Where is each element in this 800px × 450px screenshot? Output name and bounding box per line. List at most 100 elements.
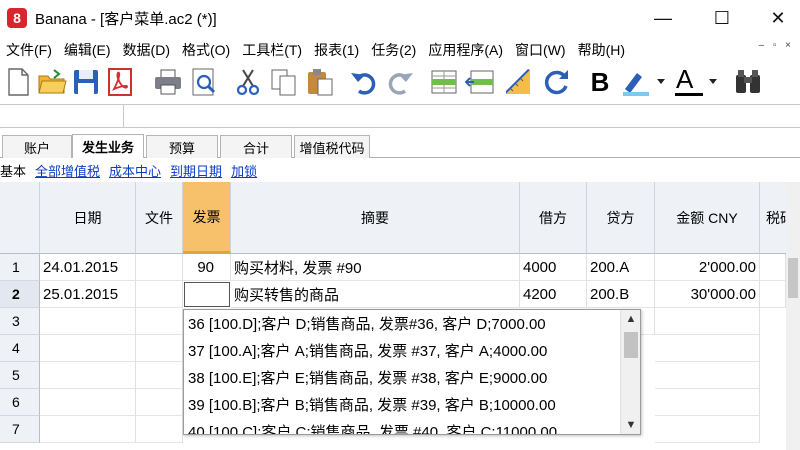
row-number[interactable]: 3 (0, 308, 40, 335)
autocomplete-item[interactable]: 37 [100.A];客户 A;销售商品, 发票 #37, 客户 A;4000.… (188, 337, 547, 364)
cell-reference[interactable] (0, 105, 124, 127)
highlighter-icon[interactable] (620, 66, 668, 98)
header-corner[interactable] (0, 182, 40, 254)
menu-tasks[interactable]: 任务(2) (365, 40, 422, 60)
cell-amount[interactable] (655, 308, 760, 335)
tab-accounts[interactable]: 账户 (2, 135, 72, 158)
cell-document[interactable] (136, 335, 183, 362)
menu-reports[interactable]: 报表(1) (308, 40, 365, 60)
cell-amount[interactable] (655, 335, 760, 362)
row-number[interactable]: 6 (0, 389, 40, 416)
pdf-icon[interactable] (104, 66, 136, 98)
ruler-icon[interactable] (502, 66, 534, 98)
view-all-vat[interactable]: 全部增值税 (35, 161, 100, 180)
column-header-debit[interactable]: 借方 (520, 182, 587, 254)
cell-document[interactable] (136, 308, 183, 335)
cell-document[interactable] (136, 254, 183, 281)
cut-icon[interactable] (232, 66, 264, 98)
scroll-up-icon[interactable]: ▲ (621, 310, 640, 328)
cell-amount[interactable]: 30'000.00 (655, 281, 760, 308)
refresh-icon[interactable] (540, 66, 572, 98)
scrollbar-thumb[interactable] (788, 258, 798, 298)
row-number[interactable]: 5 (0, 362, 40, 389)
autocomplete-item[interactable]: 39 [100.B];客户 B;销售商品, 发票 #39, 客户 B;10000… (188, 391, 556, 418)
cell-credit[interactable]: 200.B (587, 281, 655, 308)
cell-amount[interactable]: 2'000.00 (655, 254, 760, 281)
autocomplete-scroll-thumb[interactable] (624, 332, 638, 358)
autocomplete-item[interactable]: 38 [100.E];客户 E;销售商品, 发票 #38, 客户 E;9000.… (188, 364, 547, 391)
font-color-icon[interactable]: A (672, 64, 720, 98)
menu-edit[interactable]: 编辑(E) (58, 40, 117, 60)
tab-totals[interactable]: 合计 (220, 135, 292, 158)
row-number[interactable]: 2 (0, 281, 40, 308)
cell-invoice[interactable]: 90 (183, 254, 231, 281)
row-number[interactable]: 1 (0, 254, 40, 281)
row-number[interactable]: 4 (0, 335, 40, 362)
mdi-window-controls[interactable]: – ▫ × (758, 40, 794, 51)
column-header-credit[interactable]: 贷方 (587, 182, 655, 254)
binoculars-icon[interactable] (732, 66, 764, 98)
column-header-invoice[interactable]: 发票 (183, 182, 231, 254)
open-folder-icon[interactable] (36, 66, 68, 98)
table-vertical-scrollbar[interactable] (786, 182, 800, 450)
view-base[interactable]: 基本 (0, 161, 26, 180)
cell-debit[interactable]: 4200 (520, 281, 587, 308)
tab-transactions[interactable]: 发生业务 (72, 134, 144, 158)
cell-amount[interactable] (655, 416, 760, 443)
cell-description[interactable]: 购买转售的商品 (231, 281, 520, 308)
column-header-amount[interactable]: 金额 CNY (655, 182, 760, 254)
cell-input-field[interactable] (126, 106, 796, 126)
insert-row-icon[interactable] (428, 66, 460, 98)
maximize-button[interactable]: ☐ (699, 0, 745, 36)
column-header-description[interactable]: 摘要 (231, 182, 520, 254)
menu-format[interactable]: 格式(O) (176, 40, 236, 60)
column-header-document[interactable]: 文件 (136, 182, 183, 254)
menu-window[interactable]: 窗口(W) (509, 40, 572, 60)
menu-data[interactable]: 数据(D) (117, 40, 176, 60)
cell-credit[interactable]: 200.A (587, 254, 655, 281)
tab-vat-codes[interactable]: 增值税代码 (294, 135, 370, 158)
cell-document[interactable] (136, 389, 183, 416)
bold-icon[interactable]: B (584, 66, 616, 98)
print-preview-icon[interactable] (188, 66, 220, 98)
cell-amount[interactable] (655, 389, 760, 416)
save-icon[interactable] (70, 66, 102, 98)
autocomplete-scrollbar[interactable]: ▲ ▼ (620, 310, 640, 434)
cell-date[interactable] (40, 335, 136, 362)
menu-apps[interactable]: 应用程序(A) (422, 40, 509, 60)
cell-date[interactable] (40, 308, 136, 335)
undo-icon[interactable] (348, 66, 380, 98)
minimize-button[interactable]: — (640, 0, 686, 36)
scroll-down-icon[interactable]: ▼ (621, 416, 640, 434)
column-header-date[interactable]: 日期 (40, 182, 136, 254)
copy-icon[interactable] (268, 66, 300, 98)
cell-date[interactable] (40, 389, 136, 416)
cell-date[interactable] (40, 362, 136, 389)
paste-icon[interactable] (304, 66, 336, 98)
cell-description[interactable]: 购买材料, 发票 #90 (231, 254, 520, 281)
close-button[interactable]: ✕ (755, 0, 800, 36)
view-lock[interactable]: 加锁 (231, 161, 257, 180)
redo-icon[interactable] (384, 66, 416, 98)
cell-vat-code[interactable] (760, 254, 786, 281)
print-icon[interactable] (152, 66, 184, 98)
tab-budget[interactable]: 预算 (146, 135, 218, 158)
view-due-date[interactable]: 到期日期 (170, 161, 222, 180)
cell-document[interactable] (136, 281, 183, 308)
cell-debit[interactable]: 4000 (520, 254, 587, 281)
menu-toolbars[interactable]: 工具栏(T) (236, 40, 308, 60)
row-number[interactable]: 7 (0, 416, 40, 443)
menu-file[interactable]: 文件(F) (0, 40, 58, 60)
cell-date[interactable]: 24.01.2015 (40, 254, 136, 281)
cell-vat-code[interactable] (760, 281, 786, 308)
new-file-icon[interactable] (2, 66, 34, 98)
cell-date[interactable]: 25.01.2015 (40, 281, 136, 308)
cell-document[interactable] (136, 362, 183, 389)
delete-row-icon[interactable] (464, 66, 496, 98)
autocomplete-item[interactable]: 36 [100.D];客户 D;销售商品, 发票#36, 客户 D;7000.0… (188, 310, 546, 337)
cell-credit[interactable] (640, 308, 655, 335)
cell-document[interactable] (136, 416, 183, 443)
cell-invoice-editing[interactable] (184, 282, 230, 307)
cell-amount[interactable] (655, 362, 760, 389)
view-cost-centers[interactable]: 成本中心 (109, 161, 161, 180)
